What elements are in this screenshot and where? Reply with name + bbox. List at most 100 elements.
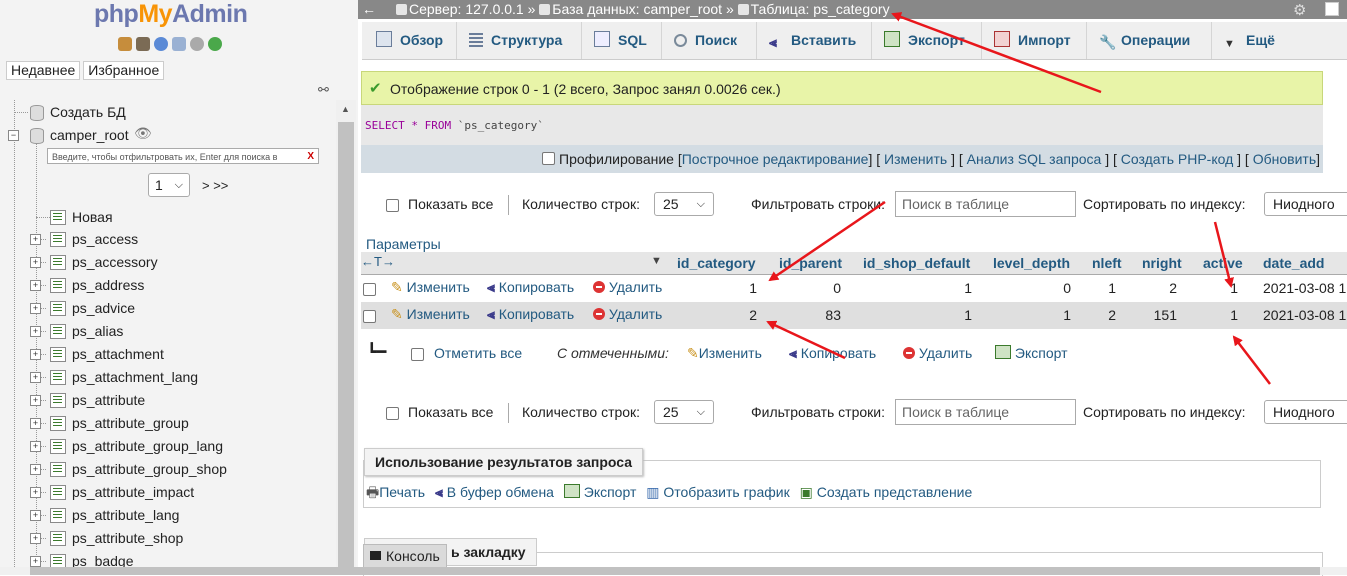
table-name[interactable]: ps_attribute_group bbox=[72, 412, 189, 434]
back-arrow-icon[interactable]: ← bbox=[362, 0, 376, 19]
rows-count-select[interactable]: 25 ⌵ bbox=[654, 400, 714, 424]
table-icon[interactable] bbox=[50, 508, 66, 523]
column-header[interactable]: id_category bbox=[677, 255, 756, 271]
expand-icon[interactable]: + bbox=[30, 464, 41, 475]
table-icon[interactable] bbox=[50, 462, 66, 477]
cell-active[interactable]: 1 bbox=[1230, 280, 1238, 296]
create-php-code-link[interactable]: Создать PHP-код bbox=[1121, 151, 1233, 167]
phpmyadmin-logo[interactable]: phpMyAdmin bbox=[94, 0, 248, 29]
table-name[interactable]: ps_attribute_group_shop bbox=[72, 458, 227, 480]
cell-id-shop-default[interactable]: 1 bbox=[964, 280, 972, 296]
help-icon[interactable] bbox=[154, 37, 168, 51]
tab-more[interactable]: ▼ Ещё bbox=[1212, 22, 1292, 59]
breadcrumb-database[interactable]: База данных: camper_root bbox=[552, 1, 722, 17]
sort-index-select[interactable]: Ниодного bbox=[1264, 192, 1347, 216]
edit-query-link[interactable]: Изменить bbox=[884, 151, 947, 167]
sort-index-select[interactable]: Ниодного bbox=[1264, 400, 1347, 424]
copy-row-button[interactable]: ⫷ Копировать bbox=[487, 306, 574, 323]
expand-icon[interactable]: + bbox=[30, 257, 41, 268]
table-name[interactable]: ps_access bbox=[72, 228, 138, 250]
maximize-icon[interactable] bbox=[1325, 2, 1339, 16]
resize-arrows-icon[interactable]: ←T→ bbox=[361, 254, 395, 269]
show-all-checkbox[interactable] bbox=[386, 407, 399, 420]
row-checkbox[interactable] bbox=[363, 283, 376, 296]
bulk-edit-button[interactable]: ✎Изменить bbox=[687, 345, 762, 362]
cell-level-depth[interactable]: 1 bbox=[1063, 307, 1071, 323]
create-db-link[interactable]: Создать БД bbox=[50, 101, 126, 123]
cell-nleft[interactable]: 1 bbox=[1108, 280, 1116, 296]
column-header[interactable]: active bbox=[1203, 255, 1243, 271]
rows-count-select[interactable]: 25 ⌵ bbox=[654, 192, 714, 216]
table-icon[interactable] bbox=[50, 393, 66, 408]
tab-sql[interactable]: SQL bbox=[582, 22, 662, 59]
tab-export[interactable]: Экспорт bbox=[872, 22, 982, 59]
scroll-up-icon[interactable]: ▲ bbox=[341, 104, 350, 114]
expand-icon[interactable]: + bbox=[30, 372, 41, 383]
table-icon[interactable] bbox=[50, 370, 66, 385]
expand-icon[interactable]: + bbox=[30, 303, 41, 314]
filter-rows-input[interactable]: Поиск в таблице bbox=[895, 399, 1076, 425]
table-name[interactable]: ps_attribute bbox=[72, 389, 145, 411]
console-button[interactable]: Консоль bbox=[363, 544, 447, 568]
column-header[interactable]: level_depth bbox=[993, 255, 1070, 271]
copy-to-clipboard-button[interactable]: ⫷ В буфер обмена bbox=[435, 484, 554, 500]
table-icon[interactable] bbox=[50, 531, 66, 546]
table-name[interactable]: ps_attribute_group_lang bbox=[72, 435, 223, 457]
expand-icon[interactable]: + bbox=[30, 326, 41, 337]
expand-icon[interactable]: + bbox=[30, 234, 41, 245]
expand-icon[interactable]: + bbox=[30, 280, 41, 291]
table-name[interactable]: ps_attachment_lang bbox=[72, 366, 198, 388]
cell-nright[interactable]: 151 bbox=[1154, 307, 1177, 323]
eye-icon[interactable]: 👁 bbox=[134, 122, 152, 144]
cell-nright[interactable]: 2 bbox=[1169, 280, 1177, 296]
check-all-label[interactable]: Отметить все bbox=[434, 345, 522, 361]
options-link[interactable]: Параметры bbox=[366, 236, 441, 252]
table-name[interactable]: ps_address bbox=[72, 274, 144, 296]
check-all-checkbox[interactable] bbox=[411, 348, 424, 361]
expand-icon[interactable]: + bbox=[30, 418, 41, 429]
delete-row-button[interactable]: Удалить bbox=[593, 306, 662, 322]
table-icon[interactable] bbox=[50, 255, 66, 270]
table-icon[interactable] bbox=[50, 347, 66, 362]
cell-id-parent[interactable]: 0 bbox=[833, 280, 841, 296]
gear-icon[interactable]: ⚙ bbox=[1293, 1, 1306, 20]
breadcrumb-server[interactable]: Сервер: 127.0.0.1 bbox=[409, 1, 524, 17]
inline-edit-link[interactable]: Построчное редактирование bbox=[682, 151, 869, 167]
refresh-link[interactable]: Обновить bbox=[1253, 151, 1316, 167]
tab-favorites[interactable]: Избранное bbox=[83, 61, 165, 80]
table-name[interactable]: ps_attribute_lang bbox=[72, 504, 179, 526]
link-icon[interactable]: ⚯ bbox=[318, 82, 329, 98]
table-name[interactable]: ps_alias bbox=[72, 320, 123, 342]
expand-icon[interactable]: + bbox=[30, 533, 41, 544]
column-header[interactable]: id_parent bbox=[779, 255, 842, 271]
cell-date-add[interactable]: 2021-03-08 1 bbox=[1263, 280, 1346, 296]
cell-id-parent[interactable]: 83 bbox=[825, 307, 841, 323]
horizontal-scroll-thumb[interactable] bbox=[30, 567, 1320, 575]
copy-row-button[interactable]: ⫷ Копировать bbox=[487, 279, 574, 296]
column-header[interactable]: date_add bbox=[1263, 255, 1324, 271]
cell-date-add[interactable]: 2021-03-08 1 bbox=[1263, 307, 1346, 323]
table-filter-input[interactable]: Введите, чтобы отфильтровать их, Enter д… bbox=[47, 148, 319, 164]
edit-row-button[interactable]: ✎ Изменить bbox=[391, 306, 470, 323]
cell-id-shop-default[interactable]: 1 bbox=[964, 307, 972, 323]
display-chart-button[interactable]: ▥ Отобразить график bbox=[646, 484, 789, 500]
docs-icon[interactable] bbox=[172, 37, 186, 51]
tab-operations[interactable]: 🔧 Операции bbox=[1087, 22, 1212, 59]
export-button[interactable]: Экспорт bbox=[563, 484, 636, 500]
bulk-export-button[interactable]: Экспорт bbox=[995, 345, 1068, 361]
home-icon[interactable] bbox=[118, 37, 132, 51]
bulk-copy-button[interactable]: ⫷ Копировать bbox=[789, 345, 876, 362]
logout-icon[interactable] bbox=[136, 37, 150, 51]
bulk-delete-button[interactable]: Удалить bbox=[903, 345, 972, 361]
cell-level-depth[interactable]: 0 bbox=[1063, 280, 1071, 296]
column-header[interactable]: id_shop_default bbox=[863, 255, 970, 271]
nav-scroll-thumb[interactable] bbox=[338, 122, 354, 575]
cell-id-category[interactable]: 2 bbox=[749, 307, 757, 323]
show-all-checkbox[interactable] bbox=[386, 199, 399, 212]
table-icon[interactable] bbox=[50, 301, 66, 316]
column-menu-icon[interactable]: ▼ bbox=[651, 255, 662, 267]
column-header[interactable]: nright bbox=[1142, 255, 1182, 271]
page-next-link[interactable]: > >> bbox=[202, 178, 228, 193]
page-select[interactable]: 1 ⌵ bbox=[148, 173, 190, 197]
tab-structure[interactable]: Структура bbox=[457, 22, 582, 59]
